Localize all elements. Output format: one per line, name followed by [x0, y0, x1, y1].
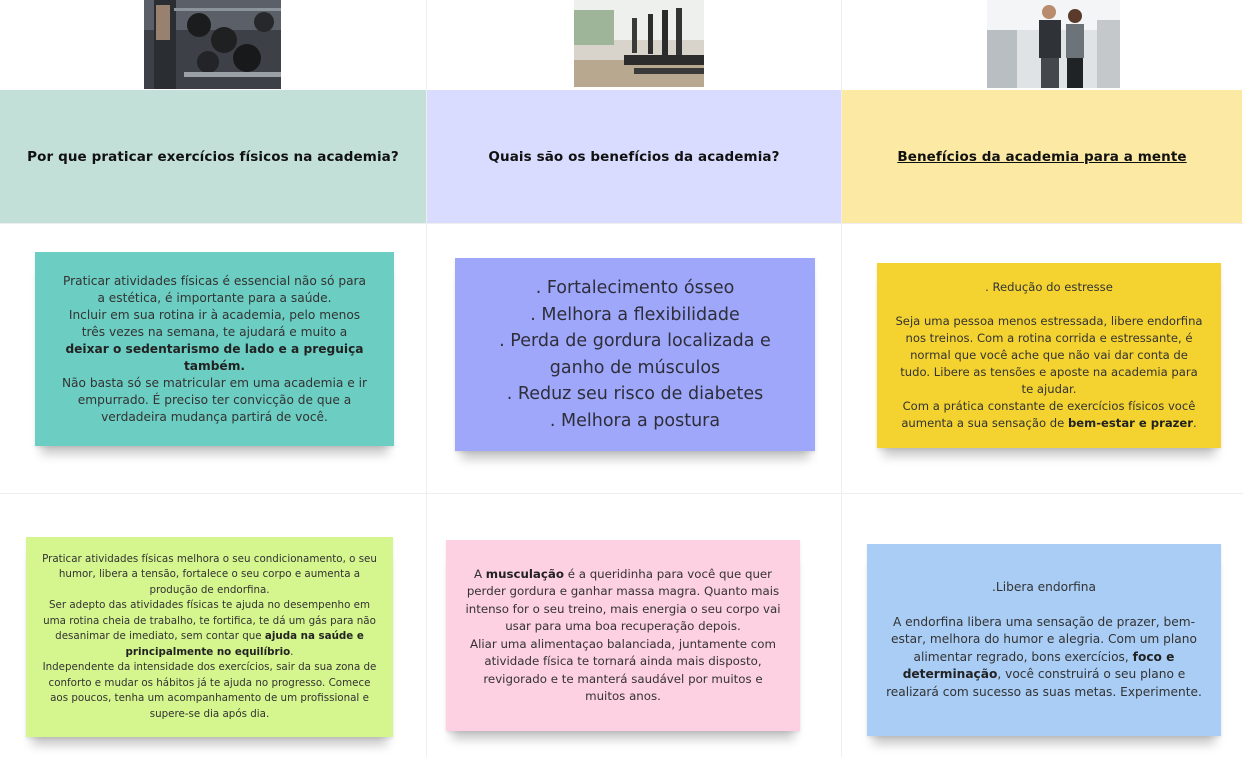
sticky-note-conditioning: Praticar atividades físicas melhora o se… — [26, 537, 393, 737]
sticky-note-musculacao: A musculação é a queridinha para você qu… — [446, 540, 800, 731]
benefit-item: . Fortalecimento ósseo — [535, 278, 735, 298]
note-text: Ser adepto das atividades físicas te aju… — [43, 599, 376, 658]
row-divider — [0, 493, 1243, 494]
section-heading-why: Por que praticar exercícios físicos na a… — [27, 148, 399, 165]
sticky-note-stress: . Redução do estresse Seja uma pessoa me… — [877, 263, 1221, 448]
note-text: Praticar atividades físicas melhora o se… — [42, 552, 377, 596]
sticky-note-why: Praticar atividades físicas é essencial … — [35, 252, 394, 446]
note-text: Praticar atividades físicas é essencial … — [62, 273, 367, 305]
benefit-item: . Perda de gordura localizada e ganho de… — [499, 331, 771, 378]
note-text: Seja uma pessoa menos estressada, libere… — [895, 314, 1203, 396]
sticky-note-benefits-list: . Fortalecimento ósseo . Melhora a flexi… — [455, 258, 815, 451]
heading-band-benefits: Quais são os benefícios da academia? — [427, 90, 841, 223]
note-text: A musculação é a queridinha para você qu… — [465, 566, 781, 634]
note-text: Com a prática constante de exercícios fí… — [901, 399, 1197, 430]
benefit-item: . Melhora a flexibilidade — [530, 304, 740, 325]
note-title: . Redução do estresse — [985, 280, 1113, 294]
sticky-note-endorphin: .Libera endorfina A endorfina libera uma… — [867, 544, 1221, 736]
heading-band-why: Por que praticar exercícios físicos na a… — [0, 90, 426, 223]
note-text: Não basta só se matricular em uma academ… — [61, 375, 368, 424]
note-text: Aliar uma alimentaçao balanciada, juntam… — [470, 636, 776, 704]
dumbbell-rack-photo — [144, 0, 281, 89]
note-text: Incluir em sua rotina ir à academia, pel… — [65, 307, 364, 373]
heading-band-mind: Benefícios da academia para a mente — [842, 90, 1242, 223]
trainer-client-photo — [987, 0, 1120, 88]
section-heading-benefits: Quais são os benefícios da academia? — [488, 148, 780, 165]
section-heading-mind-link[interactable]: Benefícios da academia para a mente — [897, 149, 1186, 165]
row-divider — [0, 223, 1243, 224]
note-title: .Libera endorfina — [992, 579, 1096, 594]
note-text: A endorfina libera uma sensação de praze… — [886, 614, 1202, 699]
benefit-item: . Melhora a postura — [549, 410, 721, 431]
treadmill-runners-photo — [574, 0, 704, 87]
benefit-item: . Reduz seu risco de diabetes — [506, 384, 764, 404]
note-text: Independente da intensidade dos exercíci… — [42, 661, 377, 720]
